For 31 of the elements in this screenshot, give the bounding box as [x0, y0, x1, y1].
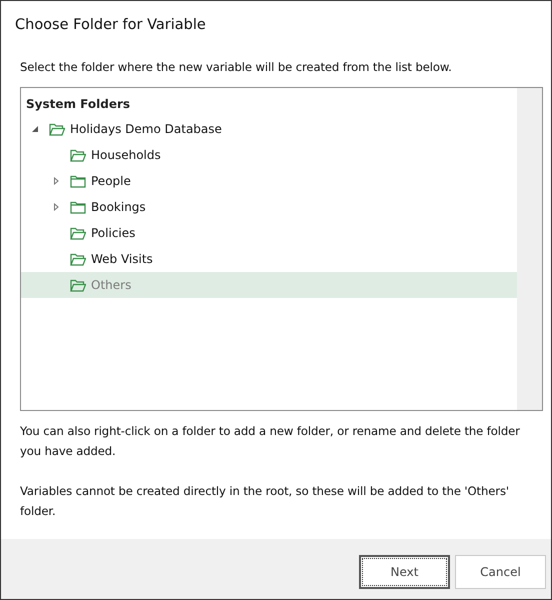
tree-item-label: People	[91, 173, 131, 190]
open-folder-icon	[70, 278, 86, 292]
next-button[interactable]: Next	[359, 555, 450, 589]
tree-item[interactable]: Web Visits	[21, 246, 517, 272]
tree-item[interactable]: Policies	[21, 220, 517, 246]
open-folder-icon	[49, 122, 65, 136]
tree-item[interactable]: People	[21, 168, 517, 194]
collapse-arrow-icon[interactable]	[31, 125, 39, 133]
tree-item[interactable]: Households	[21, 142, 517, 168]
open-folder-icon	[70, 226, 86, 240]
note-text: Variables cannot be created directly in the root, so these will be added to the 'Others' folder.	[20, 483, 510, 520]
tree-item-label: Holidays Demo Database	[70, 121, 222, 138]
tree-header: System Folders	[25, 96, 132, 113]
folder-icon	[70, 200, 86, 214]
instruction-text: Select the folder where the new variable will be created from the list below.	[20, 59, 453, 76]
folder-icon	[70, 174, 86, 188]
cancel-button[interactable]: Cancel	[455, 555, 546, 589]
open-folder-icon	[70, 148, 86, 162]
tree-item-label: Others	[91, 277, 132, 294]
tree-item[interactable]: Others	[21, 272, 517, 298]
open-folder-icon	[70, 252, 86, 266]
tree-item[interactable]: Holidays Demo Database	[21, 116, 517, 142]
window-title: Choose Folder for Variable	[14, 16, 207, 35]
expand-arrow-icon[interactable]	[52, 177, 60, 185]
tree-item-label: Bookings	[91, 199, 146, 216]
tree-item[interactable]: Bookings	[21, 194, 517, 220]
tree-item-label: Web Visits	[91, 251, 153, 268]
tree-item-label: Policies	[91, 225, 136, 242]
note-text: You can also right-click on a folder to add a new folder, or rename and delete the folder you have added.	[20, 423, 521, 460]
expand-arrow-icon[interactable]	[52, 203, 60, 211]
tree-item-label: Households	[91, 147, 161, 164]
